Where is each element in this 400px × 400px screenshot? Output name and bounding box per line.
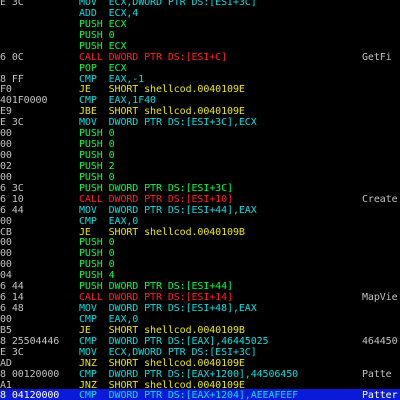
- hex-bytes: 8 04120000: [0, 390, 60, 400]
- disassembly-pane[interactable]: E 3C MOV ECX,DWORD PTR DS:[ESI+3C] ADD ECX…: [0, 0, 400, 400]
- operands: DWORD PTR DS:[EAX+1204],AEEAFEEF: [108, 390, 299, 400]
- mnemonic: CMP: [79, 390, 97, 400]
- disasm-row-selected[interactable]: 8 04120000 CMP DWORD PTR DS:[EAX+1204],AE…: [0, 389, 400, 400]
- comment: Patter: [362, 390, 398, 400]
- instruction: CMP DWORD PTR DS:[EAX+1204],AEEAFEEF: [79, 389, 359, 400]
